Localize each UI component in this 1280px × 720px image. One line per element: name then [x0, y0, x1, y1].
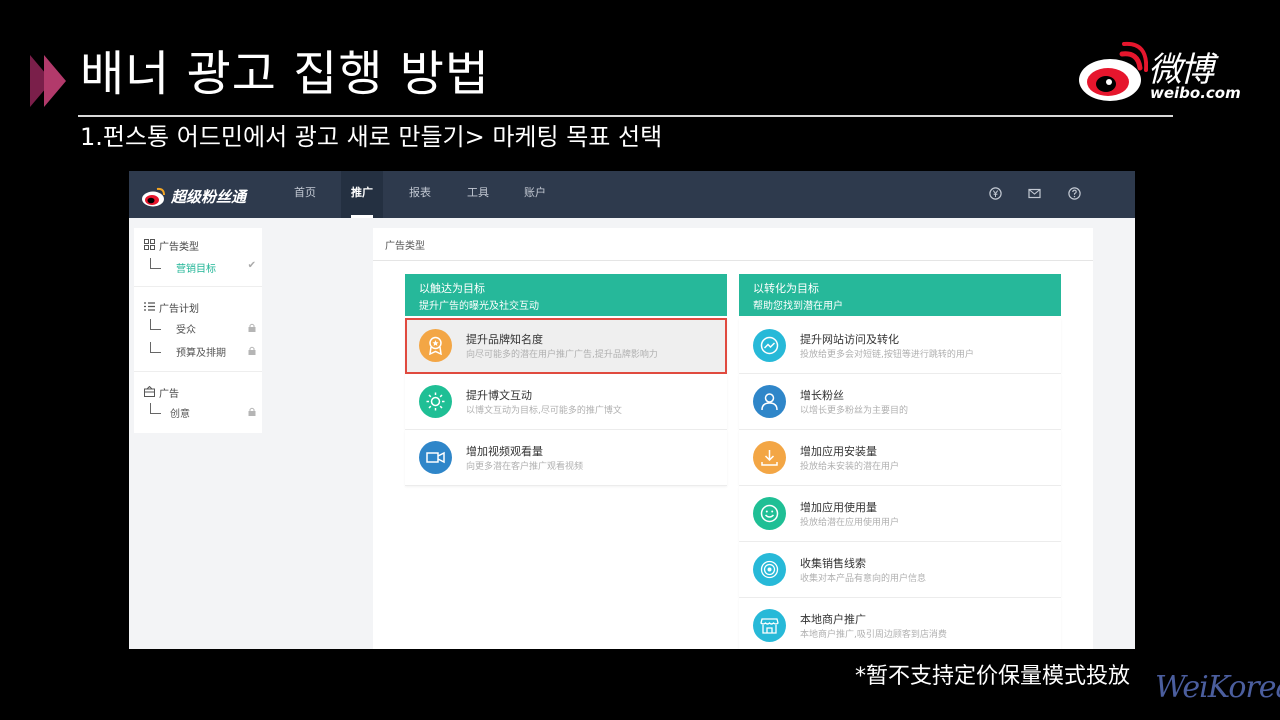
- slide-subtitle: 1.펀스통 어드민에서 광고 새로 만들기> 마케팅 목표 선택: [80, 123, 663, 151]
- sidebar-item-audience[interactable]: 受众: [150, 319, 260, 337]
- weibo-logo-icon: [142, 187, 165, 207]
- option-description: 收集对本产品有意向的用户信息: [800, 574, 927, 584]
- option-title: 增加应用安装量: [800, 445, 877, 458]
- sidebar: 广告类型 营销目标 ✔ 广告计划 受众 预算及排期 广告 创意: [134, 228, 262, 433]
- option-description: 投放给未安装的潜在用户: [800, 462, 900, 472]
- sidebar-item-marketing-goal[interactable]: 营销目标 ✔: [150, 258, 260, 276]
- lock-icon: [248, 346, 256, 355]
- column-title: 以转化为目标: [753, 282, 819, 295]
- app-logo[interactable]: 超级粉丝通: [141, 183, 281, 209]
- option-description: 本地商户推广,吸引周边顾客到店消费: [800, 630, 947, 640]
- lock-icon: [248, 407, 256, 416]
- option-title: 收集销售线索: [800, 557, 866, 570]
- option-description: 投放给更多会对短链,按钮等进行跳转的用户: [800, 350, 974, 360]
- option-post-engagement[interactable]: 提升博文互动 以博文互动为目标,尽可能多的推广博文: [405, 374, 727, 430]
- option-video-views[interactable]: 增加视频观看量 向更多潜在客户推广观看视频: [405, 430, 727, 486]
- slide-arrows-icon: [30, 55, 66, 107]
- option-app-installs[interactable]: 增加应用安装量 投放给未安装的潜在用户: [739, 430, 1061, 486]
- smile-icon: [753, 497, 786, 530]
- download-icon: [753, 441, 786, 474]
- nav-home[interactable]: 首页: [284, 171, 326, 218]
- option-description: 以博文互动为目标,尽可能多的推广博文: [466, 406, 622, 416]
- title-divider: [78, 115, 1173, 117]
- option-app-usage[interactable]: 增加应用使用量 投放给潜在应用使用用户: [739, 486, 1061, 542]
- option-sales-leads[interactable]: 收集销售线索 收集对本产品有意向的用户信息: [739, 542, 1061, 598]
- app-logo-text: 超级粉丝通: [171, 188, 247, 206]
- option-brand-awareness[interactable]: 提升品牌知名度 向尽可能多的潜在用户推广广告,提升品牌影响力: [405, 318, 727, 374]
- user-icon: [753, 385, 786, 418]
- ad-type-panel: 广告类型 以触达为目标 提升广告的曝光及社交互动 提升品牌知名度 向尽可能多的潜…: [373, 228, 1093, 649]
- sun-icon: [419, 385, 452, 418]
- option-description: 向尽可能多的潜在用户推广广告,提升品牌影响力: [466, 350, 658, 360]
- option-title: 提升博文互动: [466, 389, 532, 402]
- target-icon: [753, 553, 786, 586]
- grid-icon: [144, 239, 155, 250]
- slide-title: 배너 광고 집행 방법: [80, 46, 491, 102]
- panel-title: 广告类型: [385, 241, 425, 252]
- yen-icon[interactable]: [989, 187, 1002, 200]
- option-title: 提升品牌知名度: [466, 333, 543, 346]
- option-description: 以增长更多粉丝为主要目的: [800, 406, 909, 416]
- sidebar-item-budget-schedule[interactable]: 预算及排期: [150, 342, 260, 360]
- reach-goal-column: 以触达为目标 提升广告的曝光及社交互动 提升品牌知名度 向尽可能多的潜在用户推广…: [405, 274, 727, 486]
- column-title: 以触达为目标: [419, 282, 485, 295]
- option-title: 提升网站访问及转化: [800, 333, 899, 346]
- nav-tools[interactable]: 工具: [457, 171, 499, 218]
- option-website-conversion[interactable]: 提升网站访问及转化 投放给更多会对短链,按钮等进行跳转的用户: [739, 318, 1061, 374]
- ad-icon: [144, 386, 155, 397]
- option-local-business[interactable]: 本地商户推广 本地商户推广,吸引周边顾客到店消费: [739, 598, 1061, 649]
- option-grow-followers[interactable]: 增长粉丝 以增长更多粉丝为主要目的: [739, 374, 1061, 430]
- weibo-url: weibo.com: [1150, 84, 1241, 102]
- nav-account[interactable]: 账户: [514, 171, 556, 218]
- check-icon: ✔: [247, 260, 256, 271]
- option-title: 增加应用使用量: [800, 501, 877, 514]
- help-icon[interactable]: [1068, 187, 1081, 200]
- option-title: 本地商户推广: [800, 613, 866, 626]
- weibo-brand-logo: 微博 weibo.com: [1076, 40, 1246, 106]
- column-header: 以触达为目标 提升广告的曝光及社交互动: [405, 274, 727, 316]
- column-subtitle: 帮助您找到潜在用户: [753, 301, 843, 312]
- option-title: 增长粉丝: [800, 389, 844, 402]
- weibo-eye-icon: [1079, 41, 1148, 101]
- option-title: 增加视频观看量: [466, 445, 543, 458]
- mail-icon[interactable]: [1028, 187, 1041, 200]
- panel-divider: [373, 260, 1093, 261]
- conversion-goal-column: 以转化为目标 帮助您找到潜在用户 提升网站访问及转化 投放给更多会对短链,按钮等…: [739, 274, 1061, 649]
- nav-reports[interactable]: 报表: [399, 171, 441, 218]
- option-description: 向更多潜在客户推广观看视频: [466, 462, 584, 472]
- column-header: 以转化为目标 帮助您找到潜在用户: [739, 274, 1061, 316]
- sidebar-item-creative[interactable]: 创意: [150, 403, 260, 421]
- store-icon: [753, 609, 786, 642]
- lock-icon: [248, 323, 256, 332]
- list-icon: [144, 302, 155, 311]
- video-icon: [419, 441, 452, 474]
- column-subtitle: 提升广告的曝光及社交互动: [419, 301, 539, 312]
- admin-screenshot: 超级粉丝通 首页 推广 报表 工具 账户 广告类型 营销目标 ✔ 广告计划 受众…: [129, 171, 1135, 649]
- badge-icon: [419, 329, 452, 362]
- app-header: 超级粉丝通 首页 推广 报表 工具 账户: [129, 171, 1135, 218]
- option-description: 投放给潜在应用使用用户: [800, 518, 900, 528]
- footnote: *暂不支持定价保量模式投放: [855, 664, 1131, 689]
- nav-promote[interactable]: 推广: [341, 171, 383, 218]
- weikorea-watermark: WeiKorea: [1155, 670, 1280, 705]
- trend-icon: [753, 329, 786, 362]
